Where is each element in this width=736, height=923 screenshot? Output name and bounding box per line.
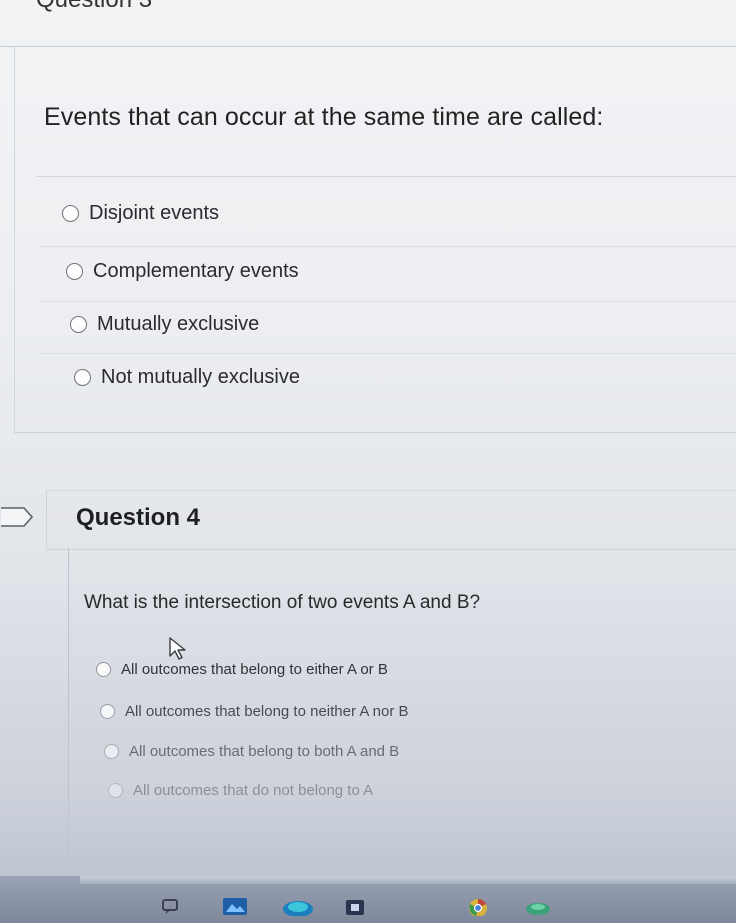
radio-button[interactable] xyxy=(96,661,111,677)
network-icon[interactable] xyxy=(524,896,552,916)
q3-option-mutually-exclusive[interactable]: Mutually exclusive xyxy=(70,312,259,336)
q4-option-not-a[interactable]: All outcomes that do not belong to A xyxy=(108,778,373,802)
q3-option-complementary[interactable]: Complementary events xyxy=(66,259,299,283)
q3-option-disjoint[interactable]: Disjoint events xyxy=(62,201,219,225)
question-4-title: Question 4 xyxy=(76,504,201,531)
question-3-prompt: Events that can occur at the same time a… xyxy=(44,103,604,131)
chrome-icon[interactable] xyxy=(466,896,490,916)
radio-button[interactable] xyxy=(74,368,91,386)
question-3-title: Question 3 xyxy=(36,0,152,14)
radio-button[interactable] xyxy=(104,743,119,759)
option-label: All outcomes that belong to both A and B xyxy=(129,742,400,760)
question-4-prompt: What is the intersection of two events A… xyxy=(84,592,481,613)
taskbar-top-edge xyxy=(80,876,736,884)
chat-icon[interactable] xyxy=(160,896,180,916)
q4-option-both[interactable]: All outcomes that belong to both A and B xyxy=(104,739,399,763)
radio-button[interactable] xyxy=(62,204,79,222)
question-3-divider xyxy=(36,176,736,177)
option-divider xyxy=(40,301,736,302)
option-label: All outcomes that belong to neither A no… xyxy=(125,702,409,720)
store-icon[interactable] xyxy=(344,896,366,916)
question-3-header: Question 3 xyxy=(0,0,736,47)
radio-button[interactable] xyxy=(66,262,83,280)
q4-option-either[interactable]: All outcomes that belong to either A or … xyxy=(96,657,388,681)
option-label: Complementary events xyxy=(93,259,299,282)
radio-button[interactable] xyxy=(70,315,87,333)
page-background: Question 3 Events that can occur at the … xyxy=(0,0,736,923)
option-label: Mutually exclusive xyxy=(97,312,260,335)
option-divider xyxy=(40,353,736,354)
option-label: All outcomes that belong to either A or … xyxy=(121,660,388,678)
radio-button[interactable] xyxy=(100,703,115,719)
option-label: Not mutually exclusive xyxy=(101,365,300,388)
option-label: Disjoint events xyxy=(89,201,220,224)
q3-option-not-mutually-exclusive[interactable]: Not mutually exclusive xyxy=(74,365,300,389)
option-divider xyxy=(40,246,736,247)
radio-button[interactable] xyxy=(108,782,123,798)
flag-icon[interactable] xyxy=(0,506,34,528)
edge-browser-icon[interactable] xyxy=(282,896,314,916)
option-label: All outcomes that do not belong to A xyxy=(133,781,374,799)
mouse-pointer-icon xyxy=(169,637,186,660)
photos-icon[interactable] xyxy=(222,896,248,916)
q4-option-neither[interactable]: All outcomes that belong to neither A no… xyxy=(100,699,409,723)
